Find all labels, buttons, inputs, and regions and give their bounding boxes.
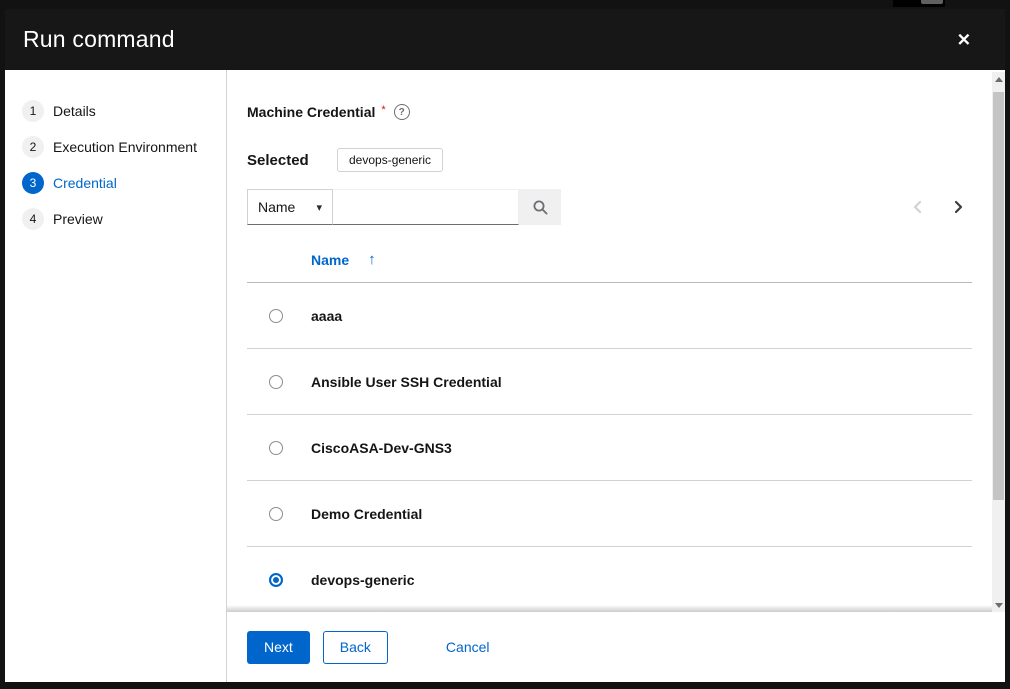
table-header: Name ↑ (247, 252, 972, 283)
credential-name: Ansible User SSH Credential (311, 374, 502, 390)
scrollbar-thumb[interactable] (993, 92, 1004, 500)
vertical-scrollbar[interactable] (992, 72, 1005, 612)
column-header-name[interactable]: Name (311, 252, 349, 268)
step-number-badge: 3 (22, 172, 44, 194)
wizard-step-execution-environment[interactable]: 2 Execution Environment (22, 136, 226, 158)
wizard-step-preview[interactable]: 4 Preview (22, 208, 226, 230)
credential-step-content: Machine Credential * ? Selected devops-g… (227, 70, 1005, 682)
radio-button[interactable] (269, 507, 283, 521)
step-number-badge: 1 (22, 100, 44, 122)
backdrop-notch (921, 0, 943, 4)
credential-scroll-area: Machine Credential * ? Selected devops-g… (227, 70, 992, 612)
search-icon (532, 199, 549, 216)
next-button[interactable]: Next (247, 631, 310, 664)
table-row[interactable]: devops-generic (247, 547, 972, 612)
search-input[interactable] (333, 189, 519, 225)
pagination (911, 189, 965, 225)
chevron-right-icon[interactable] (952, 200, 965, 214)
field-label-row: Machine Credential * ? (247, 104, 992, 120)
step-number-badge: 2 (22, 136, 44, 158)
credential-list: aaaa Ansible User SSH Credential CiscoAS… (247, 283, 972, 612)
step-label: Details (53, 103, 96, 119)
wizard-nav: 1 Details 2 Execution Environment 3 Cred… (5, 70, 227, 682)
chevron-left-icon[interactable] (911, 200, 924, 214)
credential-name: Demo Credential (311, 506, 422, 522)
wizard-step-credential[interactable]: 3 Credential (22, 172, 226, 194)
run-command-modal: Run command ✕ 1 Details 2 Execution Envi… (5, 9, 1005, 682)
scroll-up-icon[interactable] (992, 72, 1005, 86)
modal-header: Run command ✕ (5, 9, 1005, 70)
modal-title: Run command (23, 26, 175, 53)
step-number-badge: 4 (22, 208, 44, 230)
caret-down-icon: ▾ (316, 201, 322, 214)
list-toolbar: Name ▾ (247, 189, 992, 225)
required-asterisk: * (381, 104, 385, 116)
table-row[interactable]: aaaa (247, 283, 972, 349)
cancel-button[interactable]: Cancel (446, 639, 490, 655)
selected-row: Selected devops-generic (247, 148, 992, 172)
radio-button[interactable] (269, 573, 283, 587)
filter-key-select[interactable]: Name ▾ (247, 189, 333, 225)
radio-button[interactable] (269, 309, 283, 323)
radio-button[interactable] (269, 375, 283, 389)
step-label: Execution Environment (53, 139, 197, 155)
scroll-down-icon[interactable] (992, 598, 1005, 612)
credential-name: aaaa (311, 308, 342, 324)
table-row[interactable]: Ansible User SSH Credential (247, 349, 972, 415)
filter-key-value: Name (258, 199, 295, 215)
credential-name: devops-generic (311, 572, 414, 588)
page-backdrop: Run command ✕ 1 Details 2 Execution Envi… (0, 0, 1010, 689)
radio-button[interactable] (269, 441, 283, 455)
search-button[interactable] (519, 189, 561, 225)
credential-name: CiscoASA-Dev-GNS3 (311, 440, 452, 456)
help-icon[interactable]: ? (394, 104, 410, 120)
table-row[interactable]: CiscoASA-Dev-GNS3 (247, 415, 972, 481)
table-row[interactable]: Demo Credential (247, 481, 972, 547)
machine-credential-label: Machine Credential (247, 104, 375, 120)
back-button[interactable]: Back (323, 631, 388, 664)
modal-body: 1 Details 2 Execution Environment 3 Cred… (5, 70, 1005, 682)
selected-credential-chip: devops-generic (337, 148, 443, 172)
modal-footer: Next Back Cancel (227, 612, 1005, 682)
selected-label: Selected (247, 152, 337, 169)
step-label: Credential (53, 175, 117, 191)
close-icon[interactable]: ✕ (953, 27, 975, 52)
step-label: Preview (53, 211, 103, 227)
wizard-step-details[interactable]: 1 Details (22, 100, 226, 122)
sort-ascending-icon[interactable]: ↑ (368, 251, 376, 268)
